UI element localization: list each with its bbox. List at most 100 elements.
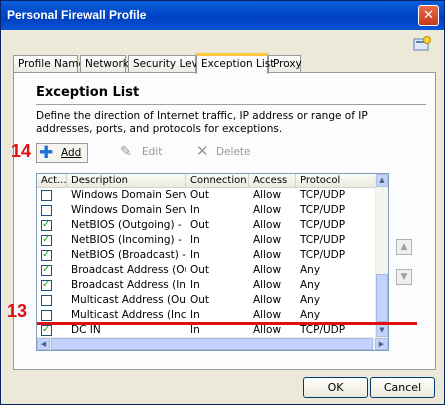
column-header-protocol[interactable]: Protocol: [296, 174, 377, 187]
row-description-cell: Multicast Address (Out...: [71, 294, 186, 306]
row-connection-cell: In: [190, 309, 200, 321]
delete-button[interactable]: ✕ Delete: [196, 142, 256, 163]
row-description-cell: NetBIOS (Broadcast) - ...: [71, 249, 186, 261]
help-icon[interactable]: [413, 36, 431, 52]
row-connection-cell: In: [190, 249, 200, 261]
row-description-cell: Multicast Address (Inco...: [71, 309, 186, 321]
scroll-right-icon[interactable]: ▶: [375, 338, 388, 350]
row-connection-cell: In: [190, 204, 200, 216]
move-up-icon[interactable]: ▲: [396, 239, 412, 255]
table-row[interactable]: Broadcast Address (Inc... In Allow Any: [37, 278, 377, 292]
step-annotation-13: 13: [7, 301, 28, 321]
row-active-cell: [37, 263, 67, 277]
row-protocol-cell: TCP/UDP: [300, 204, 346, 216]
column-header-description[interactable]: Description: [67, 174, 186, 187]
annotation-underline: [37, 322, 417, 325]
table-row[interactable]: Broadcast Address (Ou... Out Allow Any: [37, 263, 377, 277]
row-connection-cell: Out: [190, 294, 210, 306]
table-row[interactable]: NetBIOS (Broadcast) - ... In Allow TCP/UDP: [37, 248, 377, 262]
row-active-checkbox[interactable]: [41, 218, 52, 232]
row-access-cell: Allow: [253, 204, 282, 216]
row-access-cell: Allow: [253, 249, 282, 261]
row-protocol-cell: TCP/UDP: [300, 249, 346, 261]
row-active-cell: [37, 188, 67, 202]
delete-x-icon: ✕: [196, 142, 209, 160]
row-active-checkbox[interactable]: [41, 295, 52, 306]
table-row[interactable]: Multicast Address (Out... Out Allow Any: [37, 293, 377, 307]
ok-button[interactable]: OK: [303, 377, 368, 398]
column-header-access[interactable]: Access: [249, 174, 296, 187]
row-protocol-cell: TCP/UDP: [300, 234, 346, 246]
horizontal-scrollbar[interactable]: ◀ ▶: [37, 337, 388, 350]
exception-list-panel: Exception List Define the direction of I…: [13, 72, 436, 370]
row-active-checkbox[interactable]: [41, 310, 52, 321]
row-access-cell: Allow: [253, 279, 282, 291]
vertical-scrollbar[interactable]: ▲ ▼: [375, 174, 388, 337]
row-access-cell: Allow: [253, 309, 282, 321]
row-description-cell: NetBIOS (Outgoing) - D...: [71, 219, 186, 231]
row-active-cell: [37, 323, 67, 337]
section-title: Exception List: [36, 85, 140, 100]
plus-icon: ✚: [39, 143, 54, 163]
row-connection-cell: In: [190, 324, 200, 336]
table-header: Act... Description Connection Access Pro…: [37, 174, 377, 188]
scroll-up-icon[interactable]: ▲: [376, 174, 388, 187]
row-protocol-cell: Any: [300, 294, 321, 306]
horizontal-scroll-thumb[interactable]: [51, 338, 373, 350]
table-row[interactable]: Windows Domain Servi... In Allow TCP/UDP: [37, 203, 377, 217]
row-protocol-cell: Any: [300, 309, 321, 321]
scroll-down-icon[interactable]: ▼: [376, 324, 388, 337]
column-header-connection[interactable]: Connection: [186, 174, 249, 187]
row-description-cell: Broadcast Address (Inc...: [71, 279, 186, 291]
add-button[interactable]: ✚ Add: [36, 143, 88, 163]
row-active-checkbox[interactable]: [41, 205, 52, 216]
row-active-checkbox[interactable]: [41, 263, 52, 277]
row-connection-cell: In: [190, 234, 200, 246]
row-description-cell: Broadcast Address (Ou...: [71, 264, 186, 276]
row-active-checkbox[interactable]: [41, 233, 52, 247]
title-bar[interactable]: Personal Firewall Profile ✕: [1, 1, 444, 30]
delete-button-label: Delete: [216, 146, 251, 158]
add-button-label: Add: [61, 147, 82, 159]
tab-security-level[interactable]: Security Level: [128, 55, 207, 72]
row-active-cell: [37, 233, 67, 247]
vertical-scroll-thumb[interactable]: [376, 274, 388, 322]
pencil-icon: ✎: [120, 144, 132, 160]
row-description-cell: NetBIOS (Incoming) - D...: [71, 234, 186, 246]
row-protocol-cell: Any: [300, 264, 321, 276]
tab-profile-name[interactable]: Profile Name: [13, 55, 85, 72]
table-row[interactable]: DC IN In Allow TCP/UDP: [37, 323, 377, 337]
row-active-checkbox[interactable]: [41, 278, 52, 292]
row-access-cell: Allow: [253, 264, 282, 276]
row-active-checkbox[interactable]: [41, 323, 52, 337]
scroll-left-icon[interactable]: ◀: [37, 338, 50, 350]
row-access-cell: Allow: [253, 189, 282, 201]
tab-network[interactable]: Network: [80, 55, 129, 72]
close-button[interactable]: ✕: [418, 5, 439, 26]
row-description-cell: Windows Domain Servi...: [71, 189, 186, 201]
row-active-cell: [37, 203, 67, 217]
row-connection-cell: Out: [190, 219, 210, 231]
table-row[interactable]: Multicast Address (Inco... In Allow Any: [37, 308, 377, 322]
tab-exception-list[interactable]: Exception List: [196, 53, 274, 74]
row-connection-cell: Out: [190, 189, 210, 201]
table-row[interactable]: Windows Domain Servi... Out Allow TCP/UDP: [37, 188, 377, 202]
row-access-cell: Allow: [253, 324, 282, 336]
row-protocol-cell: TCP/UDP: [300, 189, 346, 201]
edit-button-label: Edit: [142, 146, 163, 158]
row-protocol-cell: TCP/UDP: [300, 219, 346, 231]
cancel-button[interactable]: Cancel: [370, 377, 435, 398]
column-header-active[interactable]: Act...: [37, 174, 67, 187]
row-active-cell: [37, 278, 67, 292]
section-description: Define the direction of Internet traffic…: [36, 110, 368, 135]
row-active-checkbox[interactable]: [41, 190, 52, 201]
move-down-icon[interactable]: ▼: [396, 269, 412, 285]
table-row[interactable]: NetBIOS (Outgoing) - D... Out Allow TCP/UDP: [37, 218, 377, 232]
row-active-cell: [37, 218, 67, 232]
edit-button[interactable]: ✎ Edit: [120, 143, 170, 163]
row-active-checkbox[interactable]: [41, 248, 52, 262]
step-annotation-14: 14: [11, 141, 32, 161]
row-access-cell: Allow: [253, 234, 282, 246]
row-active-cell: [37, 308, 67, 322]
table-row[interactable]: NetBIOS (Incoming) - D... In Allow TCP/UDP: [37, 233, 377, 247]
